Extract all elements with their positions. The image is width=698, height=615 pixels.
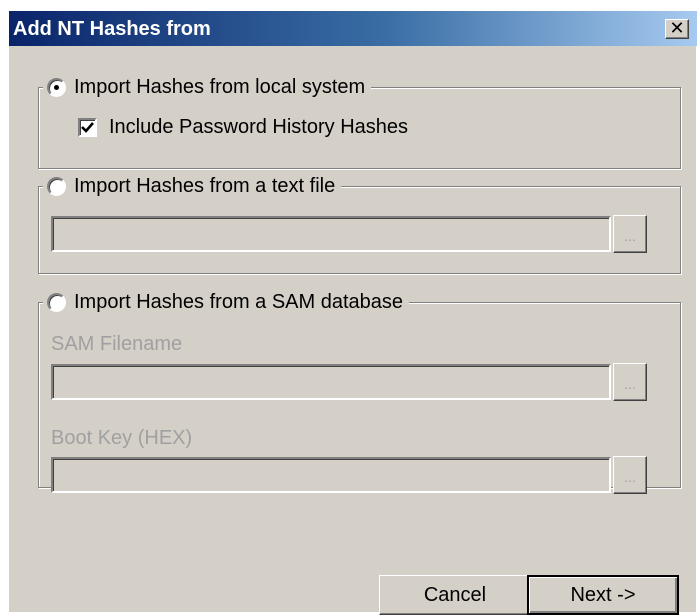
sam-database-radio[interactable] (47, 292, 66, 312)
close-icon: ✕ (669, 18, 685, 39)
title-bar[interactable]: Add NT Hashes from ✕ (9, 11, 697, 46)
boot-key-browse-button[interactable]: ... (613, 456, 647, 494)
close-button[interactable]: ✕ (665, 19, 689, 39)
next-button[interactable]: Next -> (527, 575, 679, 615)
dialog-title: Add NT Hashes from (13, 18, 211, 40)
sam-database-label: Import Hashes from a SAM database (74, 290, 404, 313)
local-system-radio[interactable] (47, 77, 66, 97)
text-file-radio[interactable] (47, 176, 66, 196)
include-history-checkbox[interactable] (78, 118, 97, 137)
boot-key-label: Boot Key (HEX) (51, 427, 193, 449)
boot-key-input[interactable] (51, 457, 611, 493)
sam-database-option[interactable]: Import Hashes from a SAM database (43, 289, 410, 315)
local-system-label: Import Hashes from local system (74, 75, 366, 98)
text-file-browse-button[interactable]: ... (613, 215, 647, 253)
checkmark-icon (81, 122, 94, 133)
sam-filename-input[interactable] (51, 364, 611, 400)
include-history-label: Include Password History Hashes (109, 116, 409, 138)
text-file-path-input[interactable] (51, 216, 611, 252)
text-file-option[interactable]: Import Hashes from a text file (43, 173, 342, 199)
text-file-label: Import Hashes from a text file (74, 174, 336, 197)
sam-filename-browse-button[interactable]: ... (613, 363, 647, 401)
include-history-option[interactable]: Include Password History Hashes (78, 116, 408, 139)
cancel-button[interactable]: Cancel (379, 575, 531, 615)
local-system-option[interactable]: Import Hashes from local system (43, 74, 372, 100)
add-nt-hashes-dialog: Add NT Hashes from ✕ Import Hashes from … (8, 10, 697, 615)
sam-filename-label: SAM Filename (51, 333, 183, 355)
